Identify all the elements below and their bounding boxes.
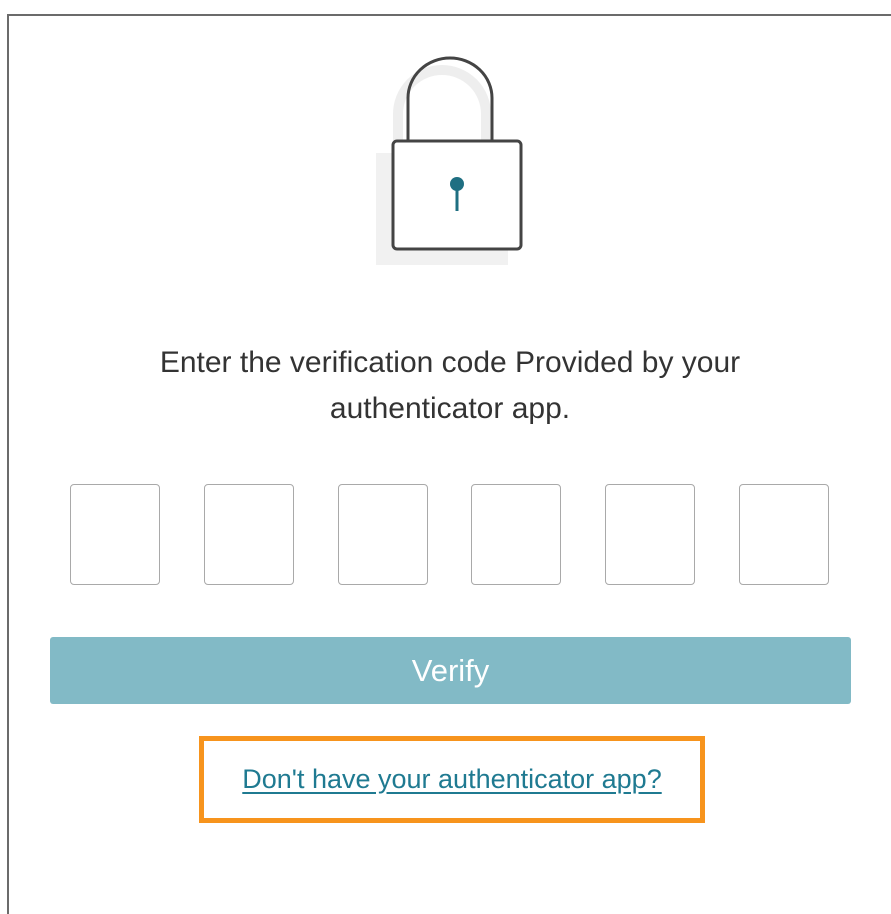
instruction-text: Enter the verification code Provided by …	[60, 340, 840, 432]
code-digit-1-input[interactable]	[70, 484, 160, 585]
padlock-icon	[376, 56, 523, 265]
code-digit-3-input[interactable]	[338, 484, 428, 585]
verify-button[interactable]: Verify	[50, 637, 851, 704]
code-digit-4-input[interactable]	[471, 484, 561, 585]
help-link-highlight: Don't have your authenticator app?	[199, 736, 705, 823]
instruction-line-1: Enter the verification code Provided by …	[159, 346, 741, 379]
instruction-line-2: authenticator app.	[329, 392, 571, 425]
no-authenticator-app-link[interactable]: Don't have your authenticator app?	[204, 741, 700, 818]
code-digit-5-input[interactable]	[605, 484, 695, 585]
code-digit-2-input[interactable]	[204, 484, 294, 585]
code-digit-6-input[interactable]	[739, 484, 829, 585]
